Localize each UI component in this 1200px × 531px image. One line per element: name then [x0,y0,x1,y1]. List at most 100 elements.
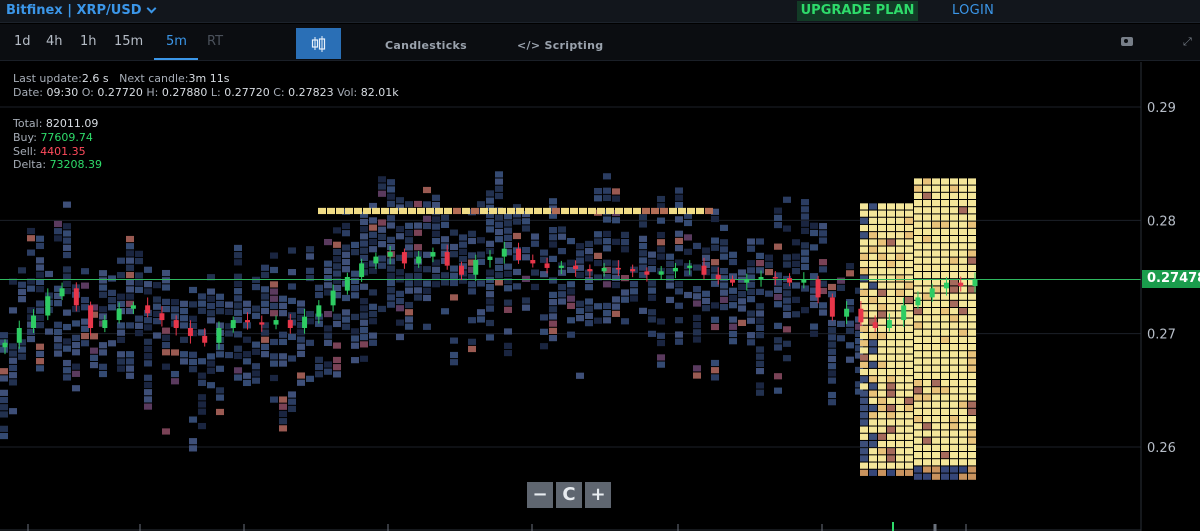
heatmap-cell [801,206,809,213]
heatmap-cell [0,432,8,440]
liquidity-wall-cell [968,308,976,315]
heatmap-cell [153,303,161,310]
heatmap-cell [639,221,647,228]
liquidity-band-cell [363,207,371,215]
heatmap-cell [81,304,89,311]
heatmap-cell [594,195,602,202]
liquidity-wall-cell [941,423,949,430]
liquidity-wall-cell [878,340,886,347]
liquidity-wall-cell [860,390,868,397]
timeframe-1d[interactable]: 1d [14,34,31,49]
camera-icon[interactable] [1121,37,1133,46]
heatmap-cell [468,317,476,324]
heatmap-cell [54,228,62,235]
heatmap-cell [702,247,710,254]
candlestick-mode-button[interactable] [296,28,341,59]
market-selector[interactable]: Bitfinex | XRP/USD [6,3,156,18]
liquidity-wall-cell [887,246,895,253]
heatmap-cell [576,250,584,257]
scripting-button[interactable]: </> Scripting [517,39,603,52]
heatmap-cell [774,207,782,214]
timeframe-5m[interactable]: 5m [166,34,187,49]
liquidity-wall-cell [950,264,958,271]
orderbook-heatmap-chart[interactable]: 0.29 0.28 0.27 0.26 [0,62,1200,531]
liquidity-band-cell [534,207,542,215]
login-link[interactable]: LOGIN [952,3,994,18]
heatmap-cell [387,179,395,186]
heatmap-cell [342,244,350,251]
liquidity-wall-cell [932,192,940,199]
heatmap-cell [630,288,638,295]
heatmap-cell [666,282,674,289]
liquidity-band-cell [570,207,578,215]
heatmap-cell [459,277,467,284]
liquidity-wall-cell [887,340,895,347]
heatmap-cell [441,243,449,250]
heatmap-cell [585,255,593,262]
timeframe-4h[interactable]: 4h [46,34,63,49]
heatmap-cell [504,234,512,241]
liquidity-wall-cell [914,423,922,430]
heatmap-cell [324,274,332,282]
liquidity-wall-cell [887,419,895,426]
liquidity-wall-cell [860,232,868,239]
chart-type-label[interactable]: Candlesticks [385,39,467,52]
heatmap-cell [351,335,359,342]
heatmap-cell [369,224,377,231]
timeframe-15m[interactable]: 15m [114,34,143,49]
heatmap-cell [684,248,692,255]
zoom-in-button[interactable]: + [585,482,611,508]
liquidity-wall-cell [968,243,976,250]
liquidity-wall-cell [959,416,967,423]
heatmap-cell [720,239,728,246]
upgrade-plan-button[interactable]: UPGRADE PLAN [797,1,918,21]
heatmap-cell [522,297,530,304]
zoom-out-button[interactable]: − [527,482,553,508]
heatmap-cell [495,264,503,272]
heatmap-cell [486,190,494,197]
heatmap-cell [36,358,44,365]
liquidity-wall-cell [959,322,967,329]
heatmap-cell [549,327,557,334]
heatmap-cell [639,235,647,242]
heatmap-cell [504,241,512,249]
heatmap-cell [846,320,854,327]
timeframe-1h[interactable]: 1h [80,34,97,49]
liquidity-wall-cell [896,404,904,412]
heatmap-cell [306,267,314,274]
liquidity-wall-cell [869,455,877,462]
volume-total: Total: 82011.09 [13,117,99,130]
heatmap-cell [234,273,242,280]
expand-icon[interactable]: ⤢ [1183,35,1192,49]
heatmap-cell [225,330,233,337]
heatmap-cell [405,323,413,330]
liquidity-wall-cell [905,419,913,426]
liquidity-wall-cell [941,329,949,336]
heatmap-cell [693,322,701,329]
liquidity-wall-cell [914,437,922,444]
heatmap-cell [828,341,836,348]
liquidity-wall-cell [869,289,877,296]
liquidity-wall-cell [896,260,904,268]
heatmap-cell [351,292,359,299]
timeframe-rt[interactable]: RT [207,34,223,49]
heatmap-cell [261,264,269,271]
heatmap-cell [333,320,341,328]
heatmap-cell [603,216,611,223]
zoom-reset-button[interactable]: C [556,482,582,508]
heatmap-cell [153,296,161,303]
heatmap-cell [675,201,683,209]
heatmap-cell [621,246,629,253]
heatmap-cell [81,318,89,325]
liquidity-wall-cell [869,340,877,347]
heatmap-cell [441,279,449,286]
heatmap-cell [405,222,413,229]
heatmap-cell [36,307,44,314]
liquidity-wall-cell [950,380,958,387]
liquidity-wall-cell [941,185,949,192]
liquidity-band-cell [633,207,641,215]
liquidity-wall-cell [869,354,877,361]
heatmap-cell [144,396,152,403]
liquidity-wall-cell [869,296,877,304]
heatmap-cell [792,253,800,260]
